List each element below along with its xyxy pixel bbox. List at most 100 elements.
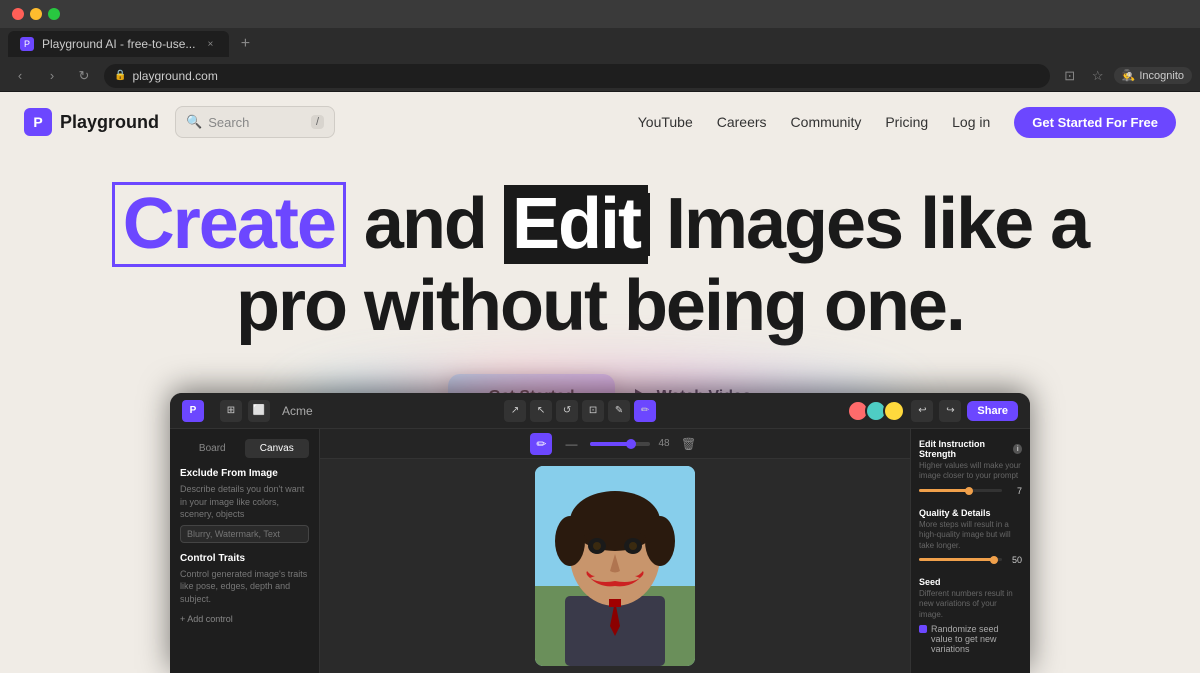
- toolbar-icon-frame[interactable]: ⬜: [248, 400, 270, 422]
- portrait-svg: [535, 466, 695, 666]
- sidebar-tabs: Board Canvas: [180, 439, 309, 458]
- toolbar-icon-pen[interactable]: ✎: [608, 400, 630, 422]
- toolbar-undo[interactable]: ↩: [911, 400, 933, 422]
- search-icon: 🔍: [186, 114, 202, 130]
- nav-search[interactable]: 🔍 Search /: [175, 106, 335, 138]
- canvas-tool-minus[interactable]: —: [560, 433, 582, 455]
- cast-icon[interactable]: ⊡: [1058, 64, 1082, 88]
- rp-seed-checkbox[interactable]: Randomize seed value to get new variatio…: [919, 624, 1022, 654]
- forward-button[interactable]: ›: [40, 64, 64, 88]
- nav-link-youtube[interactable]: YouTube: [638, 114, 693, 130]
- rp-quality-title: Quality & Details: [919, 508, 1022, 518]
- app-screenshot: P ⊞ ⬜ Acme ↗ ↖ ↺ ⊡ ✎ ✏ ↩ ↪: [170, 393, 1030, 673]
- sidebar-tab-canvas[interactable]: Canvas: [245, 439, 310, 458]
- share-button[interactable]: Share: [967, 401, 1018, 421]
- search-shortcut: /: [311, 115, 324, 129]
- toolbar-filename: Acme: [282, 404, 313, 418]
- hero-title-rest2: pro without being one.: [236, 266, 964, 346]
- sidebar-exclude-title: Exclude From Image: [180, 468, 309, 479]
- maximize-window-button[interactable]: [48, 8, 60, 20]
- canvas-slider-value: 48: [658, 438, 669, 449]
- nav-link-careers[interactable]: Careers: [717, 114, 767, 130]
- address-bar-row: ‹ › ↻ 🔒 playground.com ⊡ ☆ 🕵 Incognito: [0, 60, 1200, 92]
- sidebar-tab-board[interactable]: Board: [180, 439, 245, 458]
- incognito-label: Incognito: [1139, 70, 1184, 82]
- sidebar-add-control[interactable]: + Add control: [180, 614, 309, 624]
- title-bar: [0, 0, 1200, 28]
- rp-edit-strength-desc: Higher values will make your image close…: [919, 461, 1022, 482]
- toolbar-right: ↩ ↪ Share: [847, 400, 1018, 422]
- top-nav: P Playground 🔍 Search / YouTube Careers …: [0, 92, 1200, 152]
- sidebar-exclude-section: Exclude From Image Describe details you …: [180, 468, 309, 543]
- rp-seed-title: Seed: [919, 577, 1022, 587]
- hero-title: Create and Edit Images like a pro withou…: [20, 182, 1180, 346]
- browser-actions: ⊡ ☆ 🕵 Incognito: [1058, 64, 1192, 88]
- hero-edit-word: Edit: [504, 185, 648, 264]
- traffic-lights: [12, 8, 60, 20]
- website-content: P Playground 🔍 Search / YouTube Careers …: [0, 92, 1200, 673]
- reload-button[interactable]: ↻: [72, 64, 96, 88]
- toolbar-icon-cursor[interactable]: ↖: [530, 400, 552, 422]
- app-toolbar: P ⊞ ⬜ Acme ↗ ↖ ↺ ⊡ ✎ ✏ ↩ ↪: [170, 393, 1030, 429]
- canvas-tool-brush[interactable]: ✏: [530, 433, 552, 455]
- toolbar-icon-board[interactable]: ⊞: [220, 400, 242, 422]
- bookmark-icon[interactable]: ☆: [1086, 64, 1110, 88]
- portrait-image: [535, 466, 695, 666]
- checkbox-icon: [919, 625, 927, 633]
- app-right-panel: Edit Instruction Strength i Higher value…: [910, 429, 1030, 673]
- incognito-icon: 🕵: [1122, 69, 1136, 82]
- back-button[interactable]: ‹: [8, 64, 32, 88]
- canvas-image-area: [320, 459, 910, 673]
- toolbar-icon-crop[interactable]: ⊡: [582, 400, 604, 422]
- app-toolbar-icons: ⊞ ⬜: [220, 400, 270, 422]
- sidebar-exclude-input[interactable]: [180, 525, 309, 543]
- canvas-slider[interactable]: [590, 442, 650, 446]
- toolbar-icon-brush-active[interactable]: ✏: [634, 400, 656, 422]
- url-text: playground.com: [132, 69, 217, 83]
- browser-tab[interactable]: P Playground AI - free-to-use... ×: [8, 31, 229, 57]
- hero-section: Create and Edit Images like a pro withou…: [0, 152, 1200, 420]
- nav-cta-button[interactable]: Get Started For Free: [1014, 107, 1176, 138]
- toolbar-redo[interactable]: ↪: [939, 400, 961, 422]
- minimize-window-button[interactable]: [30, 8, 42, 20]
- nav-logo: P Playground: [24, 108, 159, 136]
- toolbar-icon-share[interactable]: ↗: [504, 400, 526, 422]
- rp-seed-desc: Different numbers result in new variatio…: [919, 589, 1022, 620]
- canvas-delete-btn[interactable]: 🗑: [678, 433, 700, 455]
- hero-and: and: [364, 184, 486, 264]
- rp-seed-section: Seed Different numbers result in new var…: [919, 577, 1022, 654]
- nav-link-login[interactable]: Log in: [952, 114, 990, 130]
- hero-title-rest1: Images like a: [666, 184, 1088, 264]
- nav-link-community[interactable]: Community: [791, 114, 862, 130]
- rp-quality-slider[interactable]: 50: [919, 555, 1022, 565]
- search-placeholder: Search: [208, 115, 249, 130]
- close-window-button[interactable]: [12, 8, 24, 20]
- toolbar-icon-refresh[interactable]: ↺: [556, 400, 578, 422]
- rp-quality-section: Quality & Details More steps will result…: [919, 508, 1022, 565]
- tab-close-button[interactable]: ×: [203, 37, 217, 51]
- rp-edit-strength-title: Edit Instruction Strength i: [919, 439, 1022, 459]
- toolbar-center-icons: ↗ ↖ ↺ ⊡ ✎ ✏: [504, 400, 656, 422]
- nav-link-pricing[interactable]: Pricing: [885, 114, 928, 130]
- rp-seed-checkbox-label: Randomize seed value to get new variatio…: [931, 624, 1022, 654]
- hero-create-word: Create: [112, 182, 346, 267]
- sidebar-exclude-desc: Describe details you don't want in your …: [180, 483, 309, 521]
- tab-bar: P Playground AI - free-to-use... × +: [0, 28, 1200, 60]
- app-logo-icon: P: [182, 400, 204, 422]
- avatar-3: [883, 400, 905, 422]
- logo-text: Playground: [60, 112, 159, 133]
- rp-edit-strength-slider[interactable]: 7: [919, 486, 1022, 496]
- logo-icon: P: [24, 108, 52, 136]
- nav-links: YouTube Careers Community Pricing Log in…: [638, 107, 1176, 138]
- rp-quality-value: 50: [1006, 555, 1022, 565]
- tab-favicon: P: [20, 37, 34, 51]
- new-tab-button[interactable]: +: [233, 32, 257, 56]
- address-bar[interactable]: 🔒 playground.com: [104, 64, 1050, 88]
- app-body: Board Canvas Exclude From Image Describe…: [170, 429, 1030, 673]
- incognito-badge: 🕵 Incognito: [1114, 67, 1192, 84]
- rp-edit-strength-section: Edit Instruction Strength i Higher value…: [919, 439, 1022, 496]
- avatar-group: [847, 400, 905, 422]
- app-sidebar: Board Canvas Exclude From Image Describe…: [170, 429, 320, 673]
- rp-edit-strength-value: 7: [1006, 486, 1022, 496]
- info-icon-1: i: [1013, 444, 1022, 454]
